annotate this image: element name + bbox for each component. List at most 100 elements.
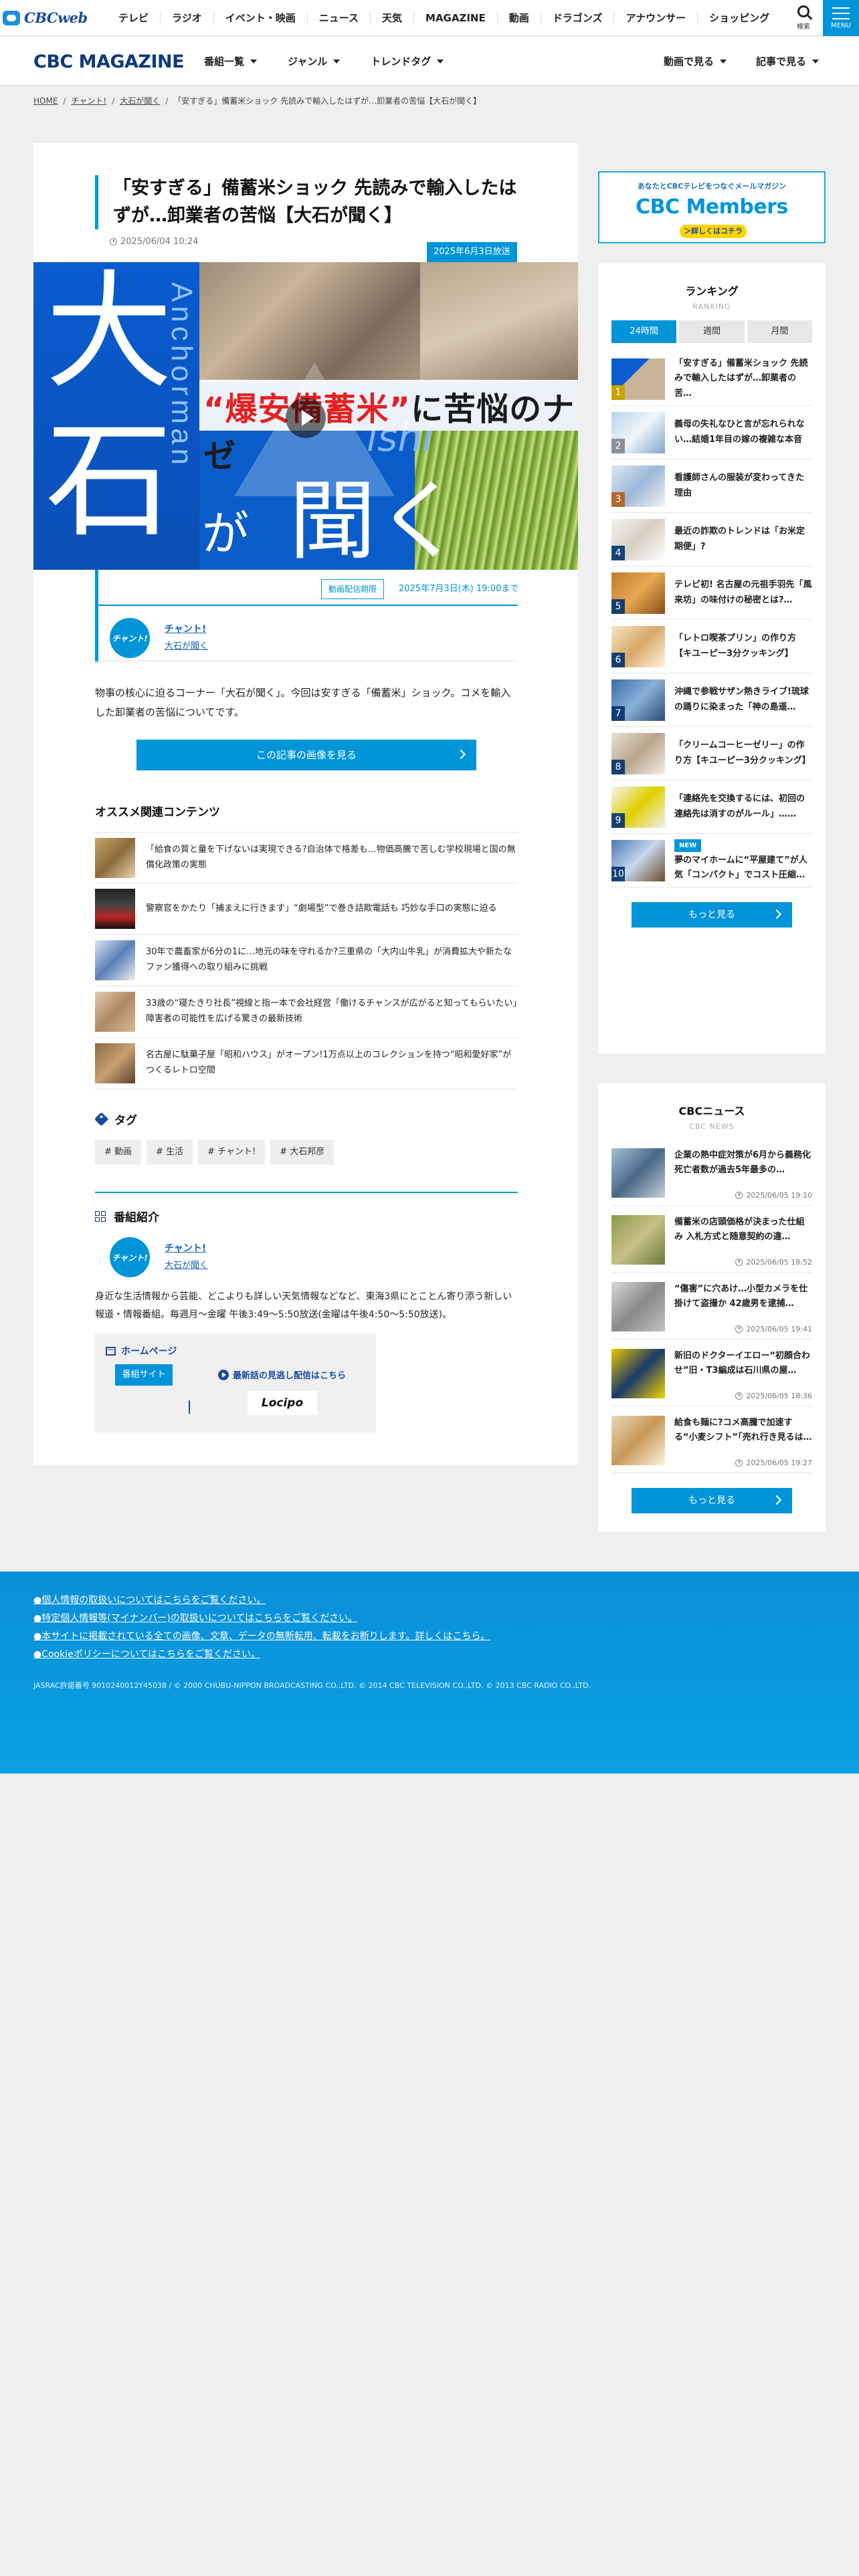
top-nav-item-announcer[interactable]: アナウンサー bbox=[613, 11, 697, 25]
top-nav-item-weather[interactable]: 天気 bbox=[370, 11, 413, 25]
top-nav-item-dragons[interactable]: ドラゴンズ bbox=[540, 11, 614, 25]
latest-episode-label: 最新話の見逃し配信はこちら bbox=[233, 1371, 347, 1381]
ranking-title: ランキング bbox=[685, 285, 739, 298]
hero-ga-text: が bbox=[202, 506, 249, 561]
footer-links: ●個人情報の取扱いについてはこちらをご覧ください。 ●特定個人情報等(マイナンバ… bbox=[33, 1592, 490, 1664]
mag-nav-read-articles[interactable]: 記事で見る bbox=[756, 54, 819, 68]
top-nav-item-radio[interactable]: ラジオ bbox=[160, 11, 213, 25]
mag-nav-watch-video[interactable]: 動画で見る bbox=[664, 54, 727, 68]
list-item-title: 33歳の“寝たきり社長”視線と指一本で会社経営「働けるチャンスが広がると知っても… bbox=[146, 998, 517, 1024]
ranking-more-button[interactable]: もっと見る bbox=[632, 902, 792, 928]
cbc-members-banner[interactable]: あなたとCBCテレビをつなぐメールマガジン CBC Members ＞詳しくはコ… bbox=[598, 171, 826, 243]
news-more-button[interactable]: もっと見る bbox=[632, 1488, 792, 1513]
ranking-item-title: テレビ初! 名古屋の元祖手羽先「風来坊」の味付けの秘密とは?… bbox=[674, 580, 812, 605]
ranking-item[interactable]: 8 「クリームコーヒーゼリー」の作り方【キユーピー3分クッキング】 bbox=[611, 727, 812, 780]
tab-24h[interactable]: 24時間 bbox=[611, 320, 677, 343]
latest-episode-link[interactable]: 最新話の見逃し配信はこちら bbox=[218, 1368, 346, 1381]
article-date: 2025/06/04 10:24 bbox=[110, 237, 199, 247]
list-item[interactable]: 33歳の“寝たきり社長”視線と指一本で会社経営「働けるチャンスが広がると知っても… bbox=[95, 986, 518, 1038]
news-item[interactable]: “傷害”に穴あけ…小型カメラを仕掛けて盗撮か 42歳男を逮捕… 2025/06/… bbox=[611, 1273, 812, 1339]
footer-link-privacy[interactable]: ●個人情報の取扱いについてはこちらをご覧ください。 bbox=[33, 1592, 490, 1610]
rank-number: 8 bbox=[611, 759, 625, 774]
logo-text: CBCweb bbox=[24, 9, 88, 26]
tab-weekly[interactable]: 週間 bbox=[679, 320, 745, 343]
search-button[interactable]: 検索 bbox=[784, 0, 823, 36]
corner-link[interactable]: 大石が聞く bbox=[165, 638, 208, 655]
ranking-item[interactable]: 2 義母の失礼なひと言が忘れられない…結婚1年目の嫁の複雑な本音 bbox=[611, 406, 812, 459]
top-nav-items: テレビ ラジオ イベント・映画 ニュース 天気 MAGAZINE 動画 ドラゴン… bbox=[107, 0, 781, 36]
program-site-button[interactable]: 番組サイト bbox=[115, 1364, 173, 1386]
news-item[interactable]: 企業の熱中症対策が6月から義務化 死亡者数が過去5年最多の… 2025/06/0… bbox=[611, 1139, 812, 1206]
thumbnail: 3 bbox=[611, 465, 665, 507]
ranking-item[interactable]: 5 テレビ初! 名古屋の元祖手羽先「風来坊」の味付けの秘密とは?… bbox=[611, 566, 812, 620]
list-item[interactable]: 「給食の質と量を下げないは実現できる?自治体で格差も…物価高騰で苦しむ学校現場と… bbox=[95, 832, 518, 883]
magazine-nav-left: 番組一覧 ジャンル トレンドタグ bbox=[204, 37, 474, 86]
program-logo[interactable]: チャント! bbox=[110, 1237, 150, 1277]
ranking-item[interactable]: 4 最近の詐欺のトレンドは「お米定期便」? bbox=[611, 513, 812, 566]
corner-link[interactable]: 大石が聞く bbox=[165, 1257, 208, 1275]
ranking-item[interactable]: 7 沖縄で参戦サザン熱きライブ!琉球の踊りに染まった「神の島遥… bbox=[611, 673, 812, 727]
play-icon[interactable] bbox=[286, 398, 326, 438]
ranking-item[interactable]: 9 「連絡先を交換するには、初回の連絡先は消すのがルール」…… bbox=[611, 780, 812, 834]
rank-number: 3 bbox=[611, 492, 625, 507]
breadcrumb-program[interactable]: チャント! bbox=[71, 95, 106, 106]
clock-icon bbox=[110, 238, 117, 245]
tag-video[interactable]: # 動画 bbox=[95, 1140, 142, 1165]
mag-nav-programs[interactable]: 番組一覧 bbox=[204, 54, 258, 68]
news-item-date: 2025/06/05 19:27 bbox=[735, 1459, 812, 1467]
footer-link-copyright[interactable]: ●本サイトに掲載されている全ての画像、文章、データの無断転用、転載をお断りします… bbox=[33, 1628, 490, 1646]
program-link[interactable]: チャント! bbox=[165, 1240, 208, 1257]
program-intro-heading: 番組紹介 bbox=[95, 1208, 159, 1224]
top-nav-item-news[interactable]: ニュース bbox=[306, 11, 370, 25]
hero-image[interactable]: 大 石 Anchorman ishi が 聞く “爆安備蓄米”に苦悩のナゼ bbox=[33, 262, 578, 570]
mag-nav-genre[interactable]: ジャンル bbox=[288, 54, 341, 68]
footer-link-mynumber[interactable]: ●特定個人情報等(マイナンバー)の取扱いについてはこちらをご覧ください。 bbox=[33, 1610, 490, 1628]
list-item[interactable]: 30年で農畜家が6分の1に…地元の味を守れるか?三重県の「大内山牛乳」が消費拡大… bbox=[95, 935, 518, 986]
ranking-item[interactable]: 3 看護師さんの服装が変わってきた理由 bbox=[611, 459, 812, 513]
top-nav-item-event[interactable]: イベント・映画 bbox=[213, 11, 307, 25]
list-item-title: 警察官をかたり「捕まえに行きます」“劇場型”で巻き詰欺電話も 巧妙な手口の実態に… bbox=[146, 903, 497, 914]
top-nav-item-magazine[interactable]: MAGAZINE bbox=[413, 11, 497, 25]
top-nav-item-shopping[interactable]: ショッピング bbox=[697, 11, 781, 25]
list-item[interactable]: 警察官をかたり「捕まえに行きます」“劇場型”で巻き詰欺電話も 巧妙な手口の実態に… bbox=[95, 883, 518, 935]
program-logo[interactable]: チャント! bbox=[110, 618, 150, 658]
mag-nav-label: トレンドタグ bbox=[371, 56, 432, 68]
top-nav-item-video[interactable]: 動画 bbox=[496, 11, 541, 25]
chevron-down-icon bbox=[437, 59, 444, 64]
menu-button[interactable]: MENU bbox=[823, 0, 859, 36]
thumbnail: 7 bbox=[611, 679, 665, 721]
tag-chant[interactable]: # チャント! bbox=[198, 1140, 266, 1165]
thumbnail bbox=[95, 992, 135, 1032]
clock-icon bbox=[735, 1459, 743, 1467]
chevron-right-icon bbox=[771, 909, 782, 920]
ranking-item[interactable]: 10 NEW 夢のマイホームに“平屋建て”が人気「コンパクト」でコスト圧縮… bbox=[611, 834, 812, 887]
news-date-text: 2025/06/05 19:41 bbox=[746, 1325, 812, 1333]
chevron-down-icon bbox=[250, 59, 258, 64]
mag-nav-trend-tags[interactable]: トレンドタグ bbox=[371, 54, 444, 68]
view-images-button[interactable]: この記事の画像を見る bbox=[136, 740, 476, 770]
chevron-right-icon bbox=[456, 749, 466, 760]
list-item[interactable]: 名古屋に駄菓子屋「昭和ハウス」がオープン!1万点以上のコレクションを持つ“昭和愛… bbox=[95, 1038, 518, 1089]
news-item[interactable]: 新旧のドクターイエロー“初顔合わせ”旧・T3編成は石川県の屋… 2025/06/… bbox=[611, 1339, 812, 1406]
ranking-item[interactable]: 6 「レトロ喫茶プリン」の作り方【キユーピー3分クッキング】 bbox=[611, 620, 812, 673]
footer-link-cookie[interactable]: ●Cookieポリシーについてはこちらをご覧ください。 bbox=[33, 1646, 490, 1664]
breadcrumb-home[interactable]: HOME bbox=[33, 96, 58, 106]
breadcrumb-corner[interactable]: 大石が聞く bbox=[120, 95, 160, 106]
tag-oishi[interactable]: # 大石邦彦 bbox=[270, 1140, 335, 1165]
program-link[interactable]: チャント! bbox=[165, 621, 208, 638]
tab-monthly[interactable]: 月間 bbox=[747, 320, 812, 343]
magazine-title[interactable]: CBC MAGAZINE bbox=[33, 51, 185, 72]
thumbnail bbox=[611, 1215, 665, 1265]
top-nav-item-tv[interactable]: テレビ bbox=[107, 11, 160, 25]
article-date-text: 2025/06/04 10:24 bbox=[120, 237, 199, 247]
site-logo[interactable]: CBCweb bbox=[0, 0, 107, 36]
thumbnail bbox=[95, 837, 135, 878]
news-item[interactable]: 給食も麺に?コメ高騰で加速する“小麦シフト”「売れ行き見るは… 2025/06/… bbox=[611, 1406, 812, 1473]
hero-photo-rice-bags bbox=[420, 262, 578, 383]
ranking-item[interactable]: 1 「安すぎる」備蓄米ショック 先読みで輸入したはずが…卸業者の苦… bbox=[611, 352, 812, 406]
thumbnail: 6 bbox=[611, 625, 665, 667]
news-item[interactable]: 備蓄米の店頭価格が決まった仕組み 入札方式と随意契約の違… 2025/06/05… bbox=[611, 1206, 812, 1273]
locipo-logo[interactable]: Locipo bbox=[248, 1391, 317, 1415]
hero-kanji-bottom: 石 bbox=[45, 407, 173, 554]
tag-life[interactable]: # 生活 bbox=[147, 1140, 193, 1165]
